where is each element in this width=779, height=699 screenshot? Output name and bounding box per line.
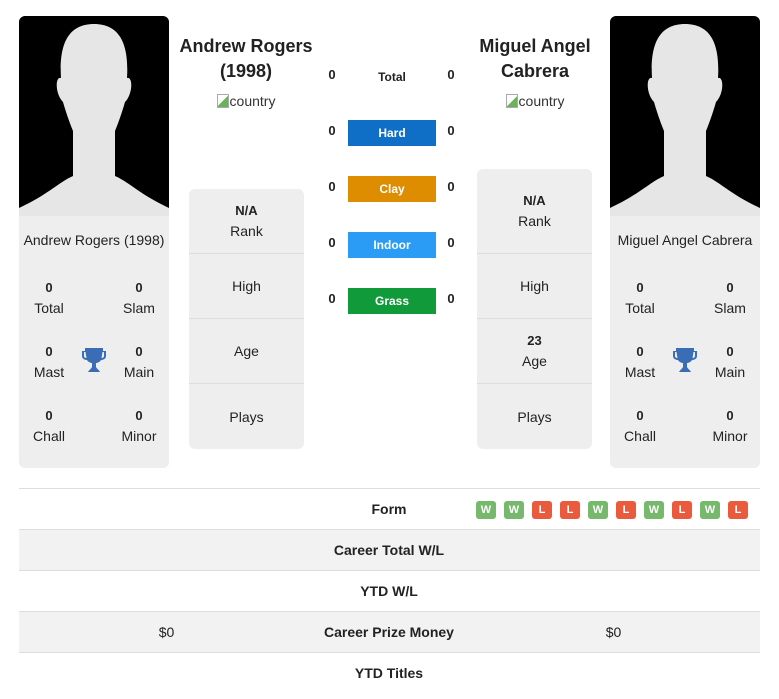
broken-image-icon — [505, 94, 518, 108]
surface-hard[interactable]: Hard — [348, 120, 436, 146]
form-badge: W — [476, 501, 496, 519]
h2h-clay-left: 0 — [328, 179, 336, 194]
h2h-total-label: Total — [378, 70, 406, 84]
player-name: Andrew Rogers (1998) — [23, 232, 165, 248]
player-card-left: Andrew Rogers (1998) 0 Total 0 Slam 0 Mast … — [19, 16, 169, 468]
titles-chall: 0 Chall — [624, 408, 656, 444]
form-badge: L — [616, 501, 636, 519]
titles-slam: 0 Slam — [123, 280, 155, 316]
country-flag-left: country — [176, 93, 316, 109]
broken-image-icon — [216, 94, 229, 108]
player-name: Miguel Angel Cabrera — [617, 232, 753, 248]
player-header-left[interactable]: Andrew Rogers (1998) — [176, 34, 316, 84]
form-badge: W — [504, 501, 524, 519]
h2h-grass-left: 0 — [328, 291, 336, 306]
row-label: YTD W/L — [360, 583, 418, 599]
titles-main: 0 Main — [123, 344, 155, 380]
row-label: Career Prize Money — [324, 624, 454, 640]
info-plays: Plays — [229, 408, 264, 425]
h2h-indoor-left: 0 — [328, 235, 336, 250]
player-card-right: Miguel Angel Cabrera 0 Total 0 Slam 0 Mast … — [610, 16, 760, 468]
h2h-hard-left: 0 — [328, 123, 336, 138]
surface-indoor[interactable]: Indoor — [348, 232, 436, 258]
table-row-ytd-titles: YTD Titles — [19, 652, 760, 693]
trophy-icon — [673, 348, 697, 372]
titles-mast: 0 Mast — [624, 344, 656, 380]
info-high: High — [477, 254, 592, 319]
info-age: 23 Age — [477, 319, 592, 384]
h2h-hard-right: 0 — [447, 123, 455, 138]
table-row-ytd-wl: YTD W/L — [19, 570, 760, 611]
surface-grass[interactable]: Grass — [348, 288, 436, 314]
info-age: Age — [189, 319, 304, 384]
left-value: $0 — [158, 624, 175, 640]
h2h-total-left: 0 — [328, 67, 336, 82]
form-badge: L — [560, 501, 580, 519]
row-label: Form — [371, 501, 407, 517]
form-badge: W — [700, 501, 720, 519]
avatar-silhouette-icon — [19, 16, 169, 216]
table-row-career-total-wl: Career Total W/L — [19, 529, 760, 570]
titles-minor: 0 Minor — [712, 408, 748, 444]
player-header-right[interactable]: Miguel Angel Cabrera — [465, 34, 605, 84]
row-label: YTD Titles — [354, 665, 424, 681]
info-card-right: N/A Rank High 23 Age Plays — [477, 169, 592, 449]
info-card-left: N/A Rank High Age Plays — [189, 189, 304, 449]
form-badge: W — [588, 501, 608, 519]
trophy-icon — [82, 348, 106, 372]
row-label: Career Total W/L — [333, 542, 445, 558]
table-row-career-prize-money: $0 Career Prize Money $0 — [19, 611, 760, 652]
h2h-total-right: 0 — [447, 67, 455, 82]
info-rank: N/A Rank — [477, 169, 592, 254]
info-plays: Plays — [517, 408, 552, 425]
right-value: $0 — [605, 624, 622, 640]
titles-minor: 0 Minor — [121, 408, 157, 444]
info-high: High — [189, 254, 304, 319]
form-badge: W — [644, 501, 664, 519]
h2h-indoor-right: 0 — [447, 235, 455, 250]
titles-total: 0 Total — [34, 280, 64, 316]
h2h-grass-right: 0 — [447, 291, 455, 306]
player-photo — [610, 16, 760, 216]
form-badge: L — [672, 501, 692, 519]
titles-total: 0 Total — [625, 280, 655, 316]
surface-clay[interactable]: Clay — [348, 176, 436, 202]
titles-chall: 0 Chall — [33, 408, 65, 444]
h2h-clay-right: 0 — [447, 179, 455, 194]
form-badge: L — [728, 501, 748, 519]
country-flag-right: country — [465, 93, 605, 109]
titles-main: 0 Main — [714, 344, 746, 380]
titles-mast: 0 Mast — [33, 344, 65, 380]
form-badges: W W L L W L W L W L — [476, 501, 748, 519]
player-photo — [19, 16, 169, 216]
info-rank: N/A Rank — [189, 189, 304, 254]
titles-slam: 0 Slam — [714, 280, 746, 316]
form-badge: L — [532, 501, 552, 519]
avatar-silhouette-icon — [610, 16, 760, 216]
table-row-form: Form W W L L W L W L W L — [19, 488, 760, 529]
